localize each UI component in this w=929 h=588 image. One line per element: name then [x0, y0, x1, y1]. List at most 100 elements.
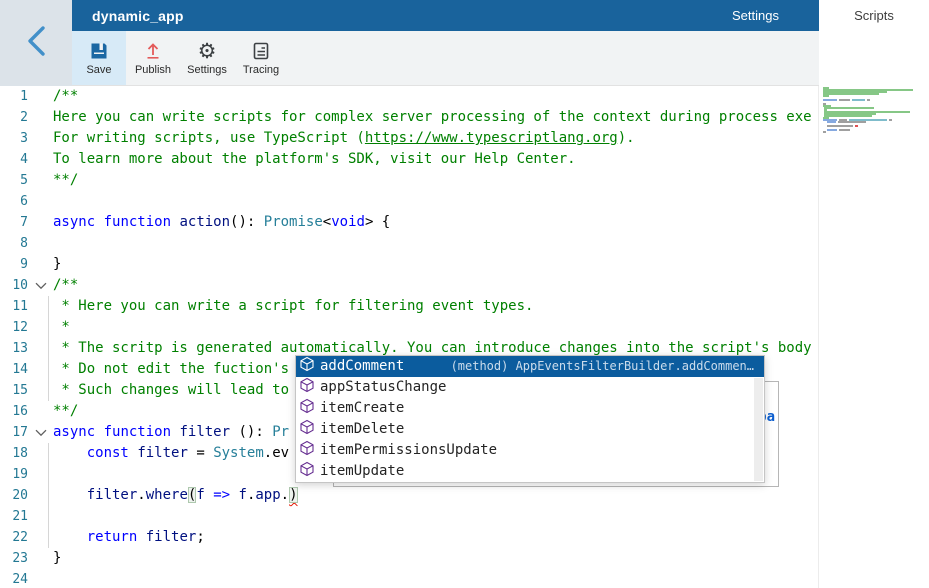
code-text: **/ — [53, 170, 78, 191]
code-line[interactable]: 4To learn more about the platform's SDK,… — [0, 149, 818, 170]
fold-spacer — [28, 338, 53, 359]
line-number: 1 — [0, 86, 28, 107]
code-text: * Here you can write a script for filter… — [53, 296, 533, 317]
settings-label: Settings — [187, 64, 227, 76]
indent-guide — [48, 443, 49, 548]
fold-spacer — [28, 233, 53, 254]
code-editor[interactable]: 1 /** 2 Here you can write scripts for comp… — [0, 86, 818, 588]
code-line[interactable]: 11 * Here you can write a script for fil… — [0, 296, 818, 317]
code-text: * Such changes will lead to — [53, 380, 289, 401]
fold-spacer — [28, 191, 53, 212]
code-line[interactable]: 12 * — [0, 317, 818, 338]
line-number: 21 — [0, 506, 28, 527]
code-line[interactable]: 2 Here you can write scripts for complex … — [0, 107, 818, 128]
tab-scripts[interactable]: Scripts — [819, 0, 929, 31]
tracing-label: Tracing — [243, 64, 279, 76]
code-text: } — [53, 254, 61, 275]
fold-spacer — [28, 254, 53, 275]
line-number: 9 — [0, 254, 28, 275]
back-button[interactable] — [25, 24, 47, 63]
line-number: 2 — [0, 107, 28, 128]
line-number: 15 — [0, 380, 28, 401]
line-number: 10 — [0, 275, 28, 296]
settings-button[interactable]: ⚙︎ Settings — [180, 31, 234, 85]
code-line[interactable]: 23} — [0, 548, 818, 569]
fold-chevron-icon[interactable] — [28, 422, 53, 443]
suggest-scrollbar[interactable] — [754, 378, 763, 481]
code-line[interactable]: 5**/ — [0, 170, 818, 191]
code-line[interactable]: 7 async function action(): Promise<void> … — [0, 212, 818, 233]
line-number: 16 — [0, 401, 28, 422]
save-label: Save — [86, 64, 111, 76]
suggest-item[interactable]: itemPermissionsUpdate — [296, 440, 764, 461]
code-text: /** — [53, 86, 78, 107]
publish-button[interactable]: Publish — [126, 31, 180, 85]
suggest-item[interactable]: addComment(method) AppEventsFilterBuilde… — [296, 356, 764, 377]
method-cube-icon — [299, 398, 320, 419]
suggest-item[interactable]: appStatusChange — [296, 377, 764, 398]
page-title: dynamic_app — [92, 8, 184, 24]
indent-guide — [48, 296, 49, 401]
fold-spacer — [28, 485, 53, 506]
line-number: 8 — [0, 233, 28, 254]
code-line[interactable]: 6 — [0, 191, 818, 212]
fold-spacer — [28, 149, 53, 170]
line-number: 20 — [0, 485, 28, 506]
code-line[interactable]: 8 — [0, 233, 818, 254]
code-text: /** — [53, 275, 78, 296]
suggest-item-label: itemPermissionsUpdate — [320, 440, 497, 461]
fold-spacer — [28, 506, 53, 527]
minimap-line — [823, 133, 921, 135]
line-number: 18 — [0, 443, 28, 464]
line-number: 19 — [0, 464, 28, 485]
fold-spacer — [28, 569, 53, 588]
save-icon — [89, 40, 109, 62]
save-button[interactable]: Save — [72, 31, 126, 85]
chevron-left-icon — [25, 24, 47, 63]
code-line[interactable]: 10 /** — [0, 275, 818, 296]
line-number: 11 — [0, 296, 28, 317]
suggest-item[interactable]: itemUpdate — [296, 461, 764, 482]
editor-minimap-divider — [818, 86, 819, 588]
line-number: 7 — [0, 212, 28, 233]
code-text: async function action(): Promise<void> { — [53, 212, 390, 233]
code-line[interactable]: 3For writing scripts, use TypeScript (ht… — [0, 128, 818, 149]
suggest-item[interactable]: itemDelete — [296, 419, 764, 440]
line-number: 17 — [0, 422, 28, 443]
code-line[interactable]: 9} — [0, 254, 818, 275]
code-text: } — [53, 548, 61, 569]
fold-spacer — [28, 212, 53, 233]
line-number: 13 — [0, 338, 28, 359]
code-line[interactable]: 22 return filter; — [0, 527, 818, 548]
suggest-item-detail: (method) AppEventsFilterBuilder.addComme… — [451, 356, 764, 377]
minimap[interactable] — [823, 87, 921, 135]
fold-spacer — [28, 359, 53, 380]
code-line[interactable]: 21 — [0, 506, 818, 527]
fold-spacer — [28, 107, 53, 128]
method-cube-icon — [299, 377, 320, 398]
code-text: Here you can write scripts for complex s… — [53, 107, 812, 128]
code-text: * — [53, 317, 70, 338]
fold-spacer — [28, 464, 53, 485]
fold-spacer — [28, 170, 53, 191]
code-line[interactable]: 20 filter.where(f => f.app.) — [0, 485, 818, 506]
line-number: 3 — [0, 128, 28, 149]
fold-spacer — [28, 86, 53, 107]
tab-settings-label: Settings — [732, 8, 779, 23]
line-number: 6 — [0, 191, 28, 212]
suggest-item[interactable]: itemCreate — [296, 398, 764, 419]
fold-spacer — [28, 401, 53, 422]
code-text: async function filter (): Pr — [53, 422, 289, 443]
suggest-item-label: appStatusChange — [320, 377, 446, 398]
gear-icon: ⚙︎ — [198, 40, 217, 62]
code-line[interactable]: 24 — [0, 569, 818, 588]
tab-settings[interactable]: Settings — [720, 0, 791, 31]
tracing-icon — [251, 40, 271, 62]
method-cube-icon — [299, 440, 320, 461]
fold-chevron-icon[interactable] — [28, 275, 53, 296]
code-text: **/ — [53, 401, 78, 422]
app-header: dynamic_app Settings — [72, 0, 819, 31]
line-number: 22 — [0, 527, 28, 548]
code-line[interactable]: 1 /** — [0, 86, 818, 107]
tracing-button[interactable]: Tracing — [234, 31, 288, 85]
